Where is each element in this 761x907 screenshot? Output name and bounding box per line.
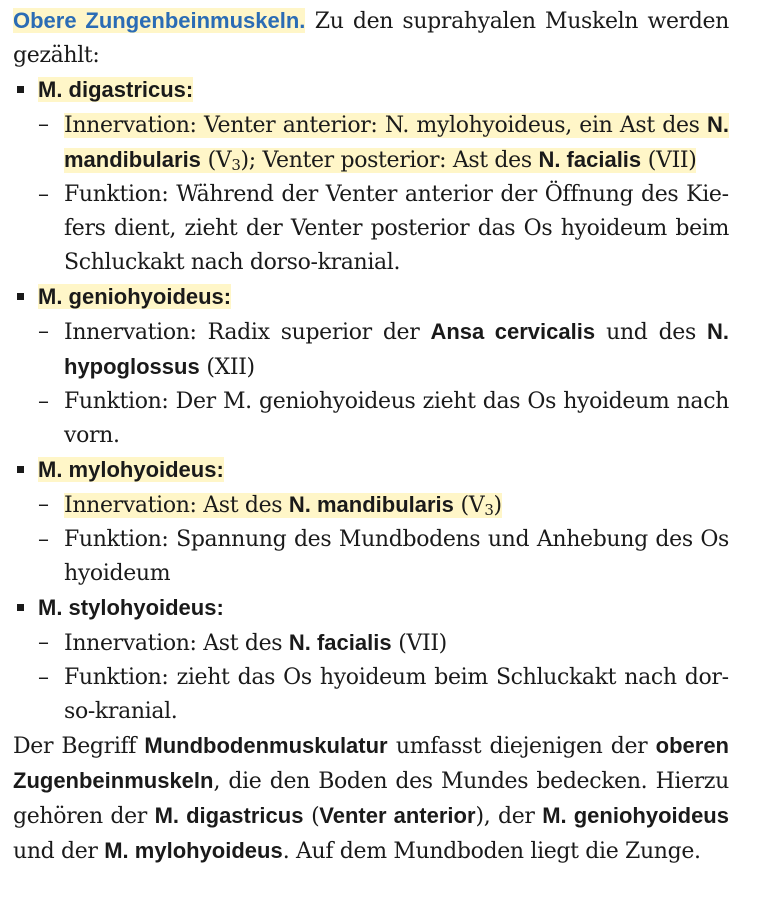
outro-paragraph: Der Begriff Mundbodenmuskulatur umfasst … bbox=[13, 729, 729, 869]
page: Obere Zungenbeinmuskeln. Zu den suprahya… bbox=[13, 4, 729, 869]
text-run: ), der bbox=[475, 804, 543, 829]
muscle-item-digastricus: M. digastricus: – Innervation: Venter ant… bbox=[13, 73, 729, 280]
innervation-item: – Innervation: Ast des N. mandibularis (V… bbox=[38, 488, 729, 523]
innervation-item: – Innervation: Radix superior der Ansa ce… bbox=[38, 315, 729, 385]
highlight-innervation: Innervation: Ast des N. mandibularis (V3… bbox=[64, 492, 503, 519]
sub-list: – Innervation: Radix superior der Ansa ce… bbox=[38, 315, 729, 453]
nerve-name: Ansa cervicalis bbox=[430, 319, 596, 344]
term: M. ge­niohyoideus bbox=[542, 803, 729, 828]
muscle-title: M. mylohyoideus: bbox=[38, 457, 224, 482]
text-run: umfasst diejenigen der bbox=[387, 734, 656, 759]
dash-icon: – bbox=[38, 319, 49, 344]
dash-icon: – bbox=[38, 527, 49, 552]
term: M. digastricus bbox=[154, 803, 304, 828]
funktion-item: – Funktion: Der M. geniohyoideus zieht da… bbox=[38, 385, 729, 453]
section-heading: Obere Zungenbeinmuskeln. bbox=[13, 8, 306, 33]
text-run: (XII) bbox=[199, 355, 255, 380]
muscle-item-geniohyoideus: M. geniohyoideus: – Innervation: Radix su… bbox=[13, 280, 729, 453]
term: Venter anterior bbox=[319, 803, 476, 828]
text-run: . Auf dem Mundboden liegt die Zunge. bbox=[282, 839, 701, 864]
text-run: Der Begriff bbox=[13, 734, 145, 759]
dash-icon: – bbox=[38, 389, 49, 414]
funktion-text: Funktion: Spannung des Mundbodens und An… bbox=[64, 527, 729, 586]
bullet-icon bbox=[17, 466, 24, 473]
text-run: Venter posterior: Ast des bbox=[262, 148, 539, 173]
dash-icon: – bbox=[38, 665, 49, 690]
muscle-item-mylohyoideus: M. mylohyoideus: – Innervation: Ast des N… bbox=[13, 453, 729, 591]
dash-icon: – bbox=[38, 630, 49, 655]
bullet-icon bbox=[17, 86, 24, 93]
subscript: 3 bbox=[231, 156, 241, 174]
muscle-title: M. geniohyoideus: bbox=[38, 284, 232, 309]
dash-icon: – bbox=[38, 182, 49, 207]
text-run: ); bbox=[240, 148, 263, 173]
funktion-item: – Funktion: Während der Venter anterior d… bbox=[38, 178, 729, 280]
text-run: (V bbox=[200, 148, 232, 173]
nerve-name: N. mandibularis bbox=[288, 492, 454, 517]
highlight-innervation-posterior: Venter posterior: Ast des N. facialis (V… bbox=[262, 147, 697, 173]
funktion-text: Funktion: Der M. geniohyoideus zieht das… bbox=[64, 389, 729, 448]
text-run: ) bbox=[493, 493, 503, 518]
dash-icon: – bbox=[38, 112, 49, 137]
sub-list: – Innervation: Ast des N. mandibularis (V… bbox=[38, 488, 729, 591]
text-run: Innervation: Venter anterior: N. mylohyo… bbox=[64, 113, 707, 138]
funktion-text: Funktion: Während der Venter anterior de… bbox=[64, 182, 729, 275]
intro-paragraph: Obere Zungenbeinmuskeln. Zu den suprahya… bbox=[13, 4, 729, 73]
text-run: und des bbox=[595, 320, 707, 345]
text-run: Innervation: Radix superior der bbox=[64, 320, 431, 345]
funktion-text: Funktion: zieht das Os hyoideum beim Sch… bbox=[64, 665, 729, 724]
muscle-list: M. digastricus: – Innervation: Venter ant… bbox=[13, 73, 729, 729]
innervation-item: – Innervation: Ast des N. facialis (VII) bbox=[38, 626, 729, 661]
text-run: und der bbox=[13, 839, 105, 864]
innervation-item: – Innervation: Venter anterior: N. mylohy… bbox=[38, 108, 729, 178]
text-run: ( bbox=[303, 804, 320, 829]
funktion-item: – Funktion: Spannung des Mundbodens und A… bbox=[38, 523, 729, 591]
subscript: 3 bbox=[484, 501, 494, 519]
muscle-title: M. stylohyoideus: bbox=[38, 595, 224, 620]
nerve-name: N. facialis bbox=[538, 147, 642, 172]
bullet-icon bbox=[17, 293, 24, 300]
text-run: (VII) bbox=[641, 148, 697, 173]
term: M. mylohyoideus bbox=[104, 838, 283, 863]
dash-icon: – bbox=[38, 492, 49, 517]
nerve-name: N. facialis bbox=[288, 630, 392, 655]
muscle-item-stylohyoideus: M. stylohyoideus: – Innervation: Ast des … bbox=[13, 591, 729, 729]
sub-list: – Innervation: Venter anterior: N. mylohy… bbox=[38, 108, 729, 280]
term: Mundbodenmuskulatur bbox=[144, 733, 388, 758]
muscle-title: M. digastricus: bbox=[38, 77, 194, 102]
bullet-icon bbox=[17, 604, 24, 611]
text-run: (VII) bbox=[391, 631, 447, 656]
funktion-item: – Funktion: zieht das Os hyoideum beim Sc… bbox=[38, 661, 729, 729]
text-run: Innervation: Ast des bbox=[64, 493, 289, 518]
text-run: Innervation: Ast des bbox=[64, 631, 289, 656]
text-run: (V bbox=[453, 493, 485, 518]
sub-list: – Innervation: Ast des N. facialis (VII) … bbox=[38, 626, 729, 729]
